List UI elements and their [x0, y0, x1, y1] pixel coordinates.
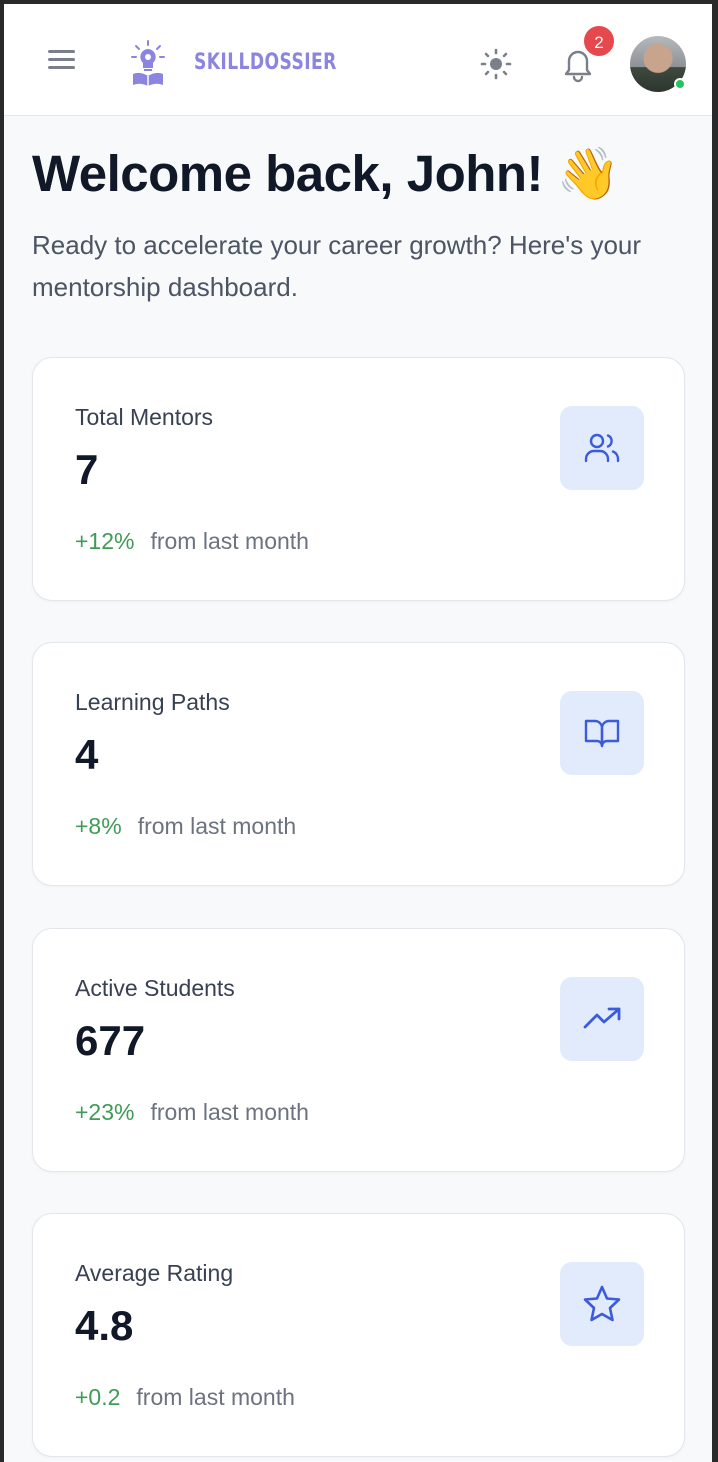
stat-change-percent: +0.2 [75, 1384, 121, 1410]
stat-label: Active Students [75, 975, 235, 1001]
stat-value: 677 [75, 1017, 146, 1064]
stat-card-active-students[interactable]: Active Students 677 +23% from last month [32, 928, 685, 1172]
lightbulb-book-icon[interactable] [130, 40, 166, 86]
stat-label: Learning Paths [75, 689, 230, 715]
stat-change: +23% from last month [75, 1099, 309, 1126]
stat-icon-tile [560, 406, 644, 490]
stat-change: +12% from last month [75, 528, 309, 555]
notification-badge: 2 [582, 24, 616, 58]
stat-change-note: from last month [136, 1384, 295, 1410]
welcome-subtitle: Ready to accelerate your career growth? … [32, 230, 642, 302]
stat-icon-tile [560, 1262, 644, 1346]
stat-change-note: from last month [150, 528, 309, 554]
stat-value: 4.8 [75, 1302, 134, 1349]
stat-label: Total Mentors [75, 404, 214, 430]
stat-card-average-rating[interactable]: Average Rating 4.8 +0.2 from last month [32, 1213, 685, 1457]
online-status-dot [674, 78, 686, 90]
welcome-heading: Welcome back, John! 👋 [32, 145, 620, 202]
stat-card-learning-paths[interactable]: Learning Paths 4 +8% from last month [32, 642, 685, 886]
sun-icon[interactable] [478, 46, 514, 82]
brand-name[interactable]: SKILLDOSSIER [194, 48, 337, 78]
stat-value: 4 [75, 731, 99, 778]
stat-change-note: from last month [150, 1099, 309, 1125]
stat-change-note: from last month [137, 813, 297, 839]
stat-change-percent: +23% [75, 1099, 135, 1125]
book-open-icon [584, 719, 620, 748]
trending-up-icon [583, 1007, 621, 1029]
stat-change: +0.2 from last month [75, 1384, 295, 1411]
users-icon [584, 433, 620, 463]
stat-value: 7 [75, 446, 99, 493]
star-icon [583, 1285, 621, 1322]
top-bar: SKILLDOSSIER 2 [4, 4, 712, 116]
stat-change: +8% from last month [75, 813, 296, 840]
stat-label: Average Rating [75, 1260, 234, 1286]
stat-card-total-mentors[interactable]: Total Mentors 7 +12% from last month [32, 357, 685, 601]
stat-icon-tile [560, 977, 644, 1061]
stat-icon-tile [560, 691, 644, 775]
app-frame: SKILLDOSSIER 2 Welcome back, John! 👋 Rea… [4, 4, 712, 1462]
stat-change-percent: +12% [75, 528, 135, 554]
stat-change-percent: +8% [75, 813, 122, 839]
hamburger-menu-icon[interactable] [48, 48, 76, 72]
